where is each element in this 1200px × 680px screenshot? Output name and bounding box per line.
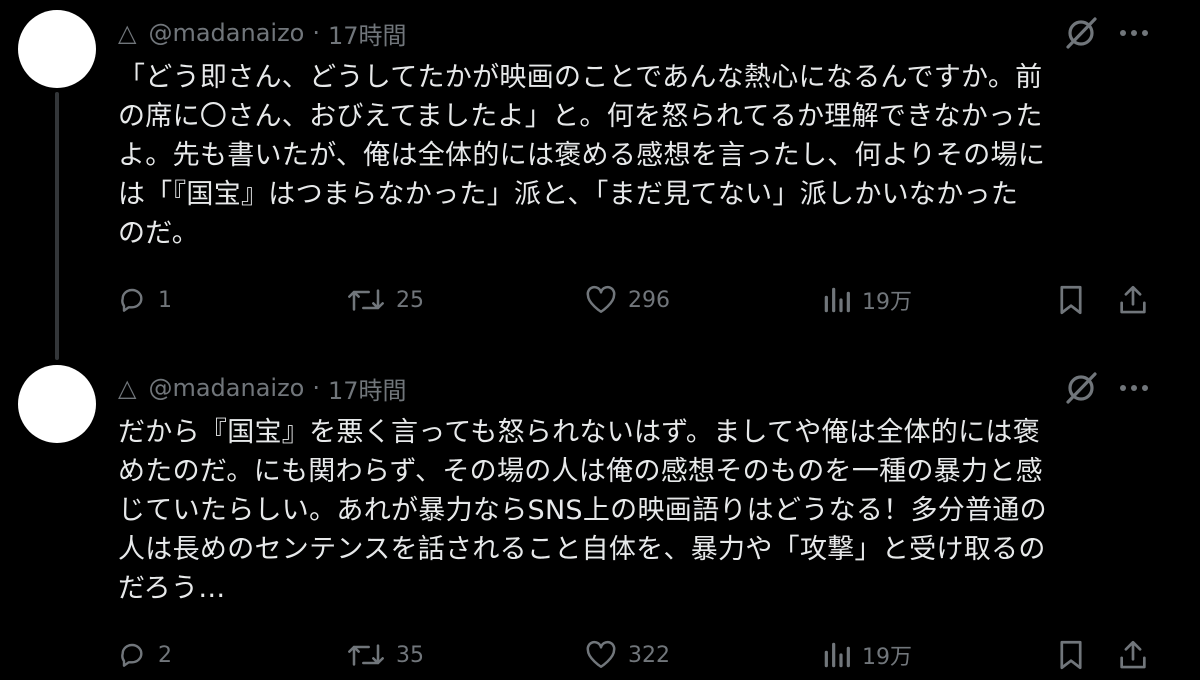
bookmark-button[interactable]: [1054, 633, 1088, 677]
tweet-header: △ @madanaizo · 17時間: [118, 371, 1160, 405]
tweet-text-line: のだ。: [118, 218, 200, 249]
display-name[interactable]: △: [118, 19, 136, 47]
views-button[interactable]: 19万: [822, 278, 912, 322]
user-handle[interactable]: @madanaizo: [148, 374, 304, 402]
retweet-count: 25: [396, 287, 424, 313]
header-separator: ·: [312, 19, 321, 47]
tweet-text-line: だろう…: [118, 573, 226, 604]
heart-icon: [586, 285, 616, 314]
tweet-text-line: 「どう即さん、どうしてたかが映画のことであんな熱心になるんですか。前: [118, 62, 1043, 93]
heart-icon: [586, 640, 616, 669]
timestamp[interactable]: 17時間: [328, 371, 407, 406]
view-count: 19万: [862, 290, 912, 315]
action-bar: 2 35 322 19万: [0, 633, 1200, 677]
bookmark-button[interactable]: [1054, 278, 1088, 322]
avatar[interactable]: [18, 10, 96, 88]
retweet-button[interactable]: 25: [346, 278, 424, 322]
reply-button[interactable]: 2: [116, 633, 172, 677]
bookmark-icon: [1060, 640, 1082, 670]
tweet-text: だから『国宝』を悪く言っても怒られないはず。ましてや俺は全体的には褒 めたのだ。…: [118, 413, 1158, 608]
reply-icon: [121, 288, 143, 312]
user-handle[interactable]: @madanaizo: [148, 19, 304, 47]
bookmark-icon: [1060, 285, 1082, 315]
display-name[interactable]: △: [118, 374, 136, 402]
views-icon: [824, 287, 850, 313]
reply-icon: [121, 643, 143, 667]
like-count: 296: [628, 287, 670, 313]
reply-count: 1: [158, 287, 172, 313]
reply-button[interactable]: 1: [116, 278, 172, 322]
views-button[interactable]: 19万: [822, 633, 912, 677]
like-button[interactable]: 322: [584, 633, 670, 677]
retweet-count: 35: [396, 642, 424, 668]
share-button[interactable]: [1116, 633, 1150, 677]
avatar[interactable]: [18, 365, 96, 443]
retweet-button[interactable]: 35: [346, 633, 424, 677]
like-button[interactable]: 296: [584, 278, 670, 322]
share-button[interactable]: [1116, 278, 1150, 322]
tweet-text-line: は「『国宝』はつまらなかった」派と、「まだ見てない」派しかいなかった: [118, 179, 1019, 210]
tweet-text-line: 人は長めのセンテンスを話されること自体を、暴力や「攻撃」と受け取るの: [118, 534, 1046, 565]
share-icon: [1120, 640, 1146, 669]
action-bar: 1 25 296 19万: [0, 278, 1200, 322]
share-icon: [1120, 285, 1146, 314]
tweet-text-line: よ。先も書いたが、俺は全体的には褒める感想を言ったし、何よりその場に: [118, 140, 1046, 171]
more-options-icon[interactable]: [1118, 24, 1150, 42]
tweet-text: 「どう即さん、どうしてたかが映画のことであんな熱心になるんですか。前 の席に〇さ…: [118, 58, 1158, 253]
retweet-icon: [348, 289, 384, 311]
grok-icon[interactable]: [1062, 369, 1100, 407]
view-count: 19万: [862, 645, 912, 670]
tweet-text-line: の席に〇さん、おびえてましたよ」と。何を怒られてるか理解できなかった: [118, 101, 1043, 132]
more-options-icon[interactable]: [1118, 379, 1150, 397]
timestamp[interactable]: 17時間: [328, 16, 407, 51]
views-icon: [824, 642, 850, 668]
header-separator: ·: [312, 374, 321, 402]
tweet-header: △ @madanaizo · 17時間: [118, 16, 1160, 50]
tweet-text-line: めたのだ。にも関わらず、その場の人は俺の感想そのものを一種の暴力と感: [118, 456, 1043, 487]
tweet-text-line: だから『国宝』を悪く言っても怒られないはず。ましてや俺は全体的には褒: [118, 417, 1040, 448]
tweet-text-line: じていたらしい。あれが暴力ならSNS上の映画語りはどうなる！多分普通の: [118, 495, 1047, 526]
reply-count: 2: [158, 642, 172, 668]
like-count: 322: [628, 642, 670, 668]
retweet-icon: [348, 644, 384, 666]
grok-icon[interactable]: [1062, 14, 1100, 52]
